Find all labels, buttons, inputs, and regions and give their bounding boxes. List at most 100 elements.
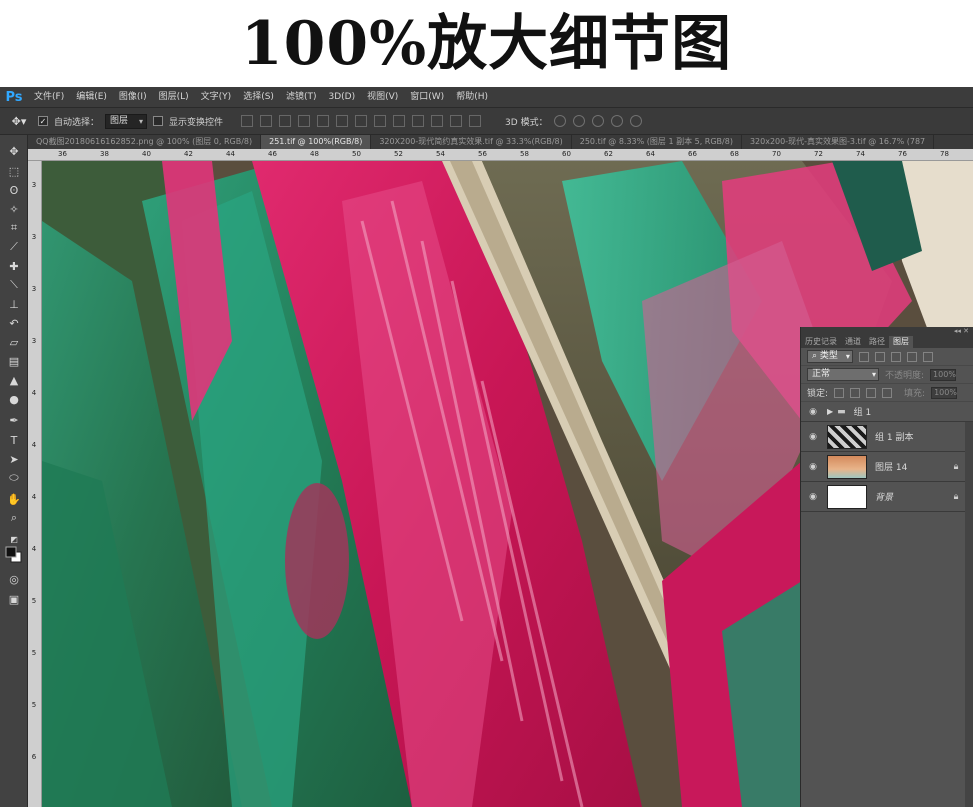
panel-tabs: 历史记录 通道 路径 图层 <box>801 336 973 348</box>
color-swatches-icon[interactable] <box>5 546 23 563</box>
path-select-tool-icon[interactable]: ➤ <box>5 451 23 467</box>
filter-pixel-icon[interactable] <box>858 351 869 362</box>
expand-arrow-icon[interactable]: ▶ <box>827 407 833 416</box>
marquee-tool-icon[interactable]: ⬚ <box>5 163 23 179</box>
visibility-eye-icon[interactable]: ◉ <box>807 492 819 502</box>
distribute-hcenter-icon[interactable] <box>431 115 444 127</box>
menu-layer[interactable]: 图层(L) <box>153 87 195 107</box>
distribute-right-icon[interactable] <box>450 115 463 127</box>
lasso-tool-icon[interactable]: ʘ <box>5 182 23 198</box>
type-tool-icon[interactable]: T <box>5 432 23 448</box>
distribute-bottom-icon[interactable] <box>393 115 406 127</box>
pen-tool-icon[interactable]: ✒ <box>5 412 23 428</box>
visibility-eye-icon[interactable]: ◉ <box>807 432 819 442</box>
menu-help[interactable]: 帮助(H) <box>450 87 494 107</box>
3d-rotate-icon[interactable] <box>553 115 566 127</box>
align-bottom-icon[interactable] <box>279 115 292 127</box>
3d-slide-icon[interactable] <box>610 115 623 127</box>
ruler-label: 74 <box>856 150 865 158</box>
align-right-icon[interactable] <box>336 115 349 127</box>
align-top-icon[interactable] <box>241 115 254 127</box>
hand-tool-icon[interactable]: ✋ <box>5 491 23 507</box>
blur-tool-icon[interactable]: ▲ <box>5 372 23 388</box>
lock-all-icon[interactable] <box>882 387 893 398</box>
tab-qq-screenshot[interactable]: QQ截图20180616162852.png @ 100% (图层 0, RGB… <box>28 135 262 149</box>
lock-position-icon[interactable] <box>866 387 877 398</box>
zoom-tool-icon[interactable]: ⌕ <box>5 510 23 526</box>
history-brush-tool-icon[interactable]: ↶ <box>5 315 23 331</box>
tab-320x200-render[interactable]: 320x200-现代-真实效果图-3.tif @ 16.7% (787 <box>742 135 935 149</box>
screen-mode-icon[interactable]: ▣ <box>5 591 23 607</box>
brush-tool-icon[interactable]: ⟍ <box>5 277 23 293</box>
menu-image[interactable]: 图像(I) <box>113 87 153 107</box>
filter-smart-icon[interactable] <box>922 351 933 362</box>
ruler-label: 56 <box>478 150 487 158</box>
layer-row[interactable]: ◉ 背景 🔒︎ <box>801 482 973 512</box>
default-colors-icon[interactable]: ◩ <box>5 531 23 547</box>
move-tool-preset-icon[interactable]: ✥▾ <box>6 112 32 130</box>
clone-stamp-tool-icon[interactable]: ⊥ <box>5 296 23 312</box>
crop-tool-icon[interactable]: ⌗ <box>5 220 23 236</box>
shape-tool-icon[interactable]: ⬭ <box>5 470 23 486</box>
3d-scale-icon[interactable] <box>629 115 642 127</box>
distribute-vcenter-icon[interactable] <box>374 115 387 127</box>
layer-filter-dropdown[interactable]: ⌕ 类型 <box>807 350 853 363</box>
distribute-left-icon[interactable] <box>412 115 425 127</box>
menu-select[interactable]: 选择(S) <box>237 87 280 107</box>
eraser-tool-icon[interactable]: ▱ <box>5 334 23 350</box>
3d-roll-icon[interactable] <box>572 115 585 127</box>
tab-paths[interactable]: 路径 <box>865 336 889 348</box>
ruler-label: 46 <box>268 150 277 158</box>
lock-transparent-icon[interactable] <box>834 387 845 398</box>
menu-3d[interactable]: 3D(D) <box>322 87 361 107</box>
healing-brush-tool-icon[interactable]: ✚ <box>5 258 23 274</box>
filter-type-icon[interactable] <box>890 351 901 362</box>
layer-row[interactable]: ◉ 图层 14 🔒︎ <box>801 452 973 482</box>
menu-window[interactable]: 窗口(W) <box>404 87 450 107</box>
lock-pixels-icon[interactable] <box>850 387 861 398</box>
quick-mask-icon[interactable]: ◎ <box>5 571 23 587</box>
opacity-field[interactable]: 100% <box>930 368 957 381</box>
distribute-top-icon[interactable] <box>355 115 368 127</box>
blend-mode-dropdown[interactable]: 正常 <box>807 368 879 381</box>
tab-320x200-modern[interactable]: 320X200-现代简约真实效果.tif @ 33.3%(RGB/8) <box>371 135 572 149</box>
show-transform-checkbox[interactable] <box>153 116 164 126</box>
auto-align-icon[interactable] <box>469 115 482 127</box>
layers-scrollbar[interactable] <box>965 422 973 807</box>
tab-250-tif[interactable]: 250.tif @ 8.33% (图层 1 副本 5, RGB/8) <box>572 135 742 149</box>
align-left-icon[interactable] <box>298 115 311 127</box>
filter-adjust-icon[interactable] <box>874 351 885 362</box>
fill-field[interactable]: 100% <box>931 386 958 399</box>
tab-layers[interactable]: 图层 <box>889 336 913 348</box>
3d-mode-label: 3D 模式： <box>505 117 548 128</box>
visibility-eye-icon[interactable]: ◉ <box>807 407 819 417</box>
layer-row[interactable]: ◉ 组 1 副本 <box>801 422 973 452</box>
layer-row[interactable]: ◉ ▶ ▬ 组 1 <box>801 402 973 422</box>
gradient-tool-icon[interactable]: ▤ <box>5 353 23 369</box>
quick-select-tool-icon[interactable]: ✧ <box>5 201 23 217</box>
ruler-label: 4 <box>31 493 37 501</box>
visibility-eye-icon[interactable]: ◉ <box>807 462 819 472</box>
menu-filter[interactable]: 滤镜(T) <box>280 87 323 107</box>
ruler-label: 54 <box>436 150 445 158</box>
ruler-label: 64 <box>646 150 655 158</box>
menu-bar: Ps 文件(F) 编辑(E) 图像(I) 图层(L) 文字(Y) 选择(S) 滤… <box>0 87 973 107</box>
filter-shape-icon[interactable] <box>906 351 917 362</box>
3d-mode-buttons <box>553 115 642 127</box>
panel-collapse-icon[interactable]: ◂◂ ✕ <box>801 327 973 336</box>
eyedropper-tool-icon[interactable]: ⟋ <box>5 239 23 255</box>
menu-view[interactable]: 视图(V) <box>361 87 404 107</box>
tab-channels[interactable]: 通道 <box>841 336 865 348</box>
align-hcenter-icon[interactable] <box>317 115 330 127</box>
menu-type[interactable]: 文字(Y) <box>195 87 238 107</box>
dodge-tool-icon[interactable]: ● <box>5 391 23 407</box>
tab-251-tif[interactable]: 251.tif @ 100%(RGB/8) <box>261 135 372 149</box>
menu-file[interactable]: 文件(F) <box>28 87 70 107</box>
move-tool-icon[interactable]: ✥ <box>5 143 23 159</box>
auto-select-checkbox[interactable]: ✓ <box>38 116 48 126</box>
align-vcenter-icon[interactable] <box>260 115 273 127</box>
auto-select-dropdown[interactable]: 图层 <box>105 113 148 129</box>
tab-history[interactable]: 历史记录 <box>801 336 841 348</box>
menu-edit[interactable]: 编辑(E) <box>70 87 113 107</box>
3d-drag-icon[interactable] <box>591 115 604 127</box>
